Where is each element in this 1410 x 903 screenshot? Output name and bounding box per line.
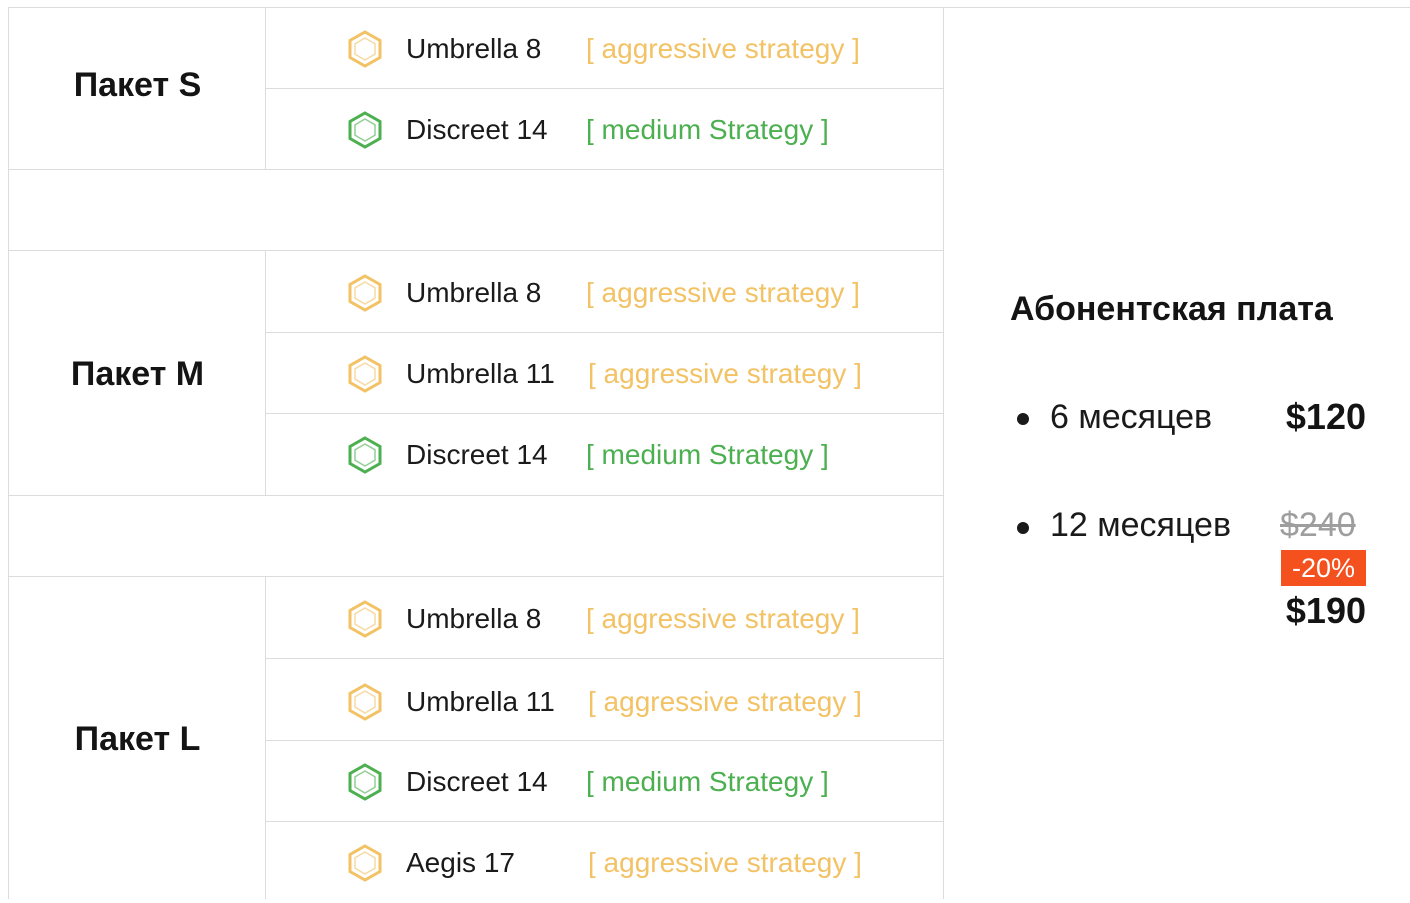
strategy-label: [ aggressive strategy ] (586, 33, 860, 64)
product-name: Discreet 14 (406, 439, 548, 470)
discount-badge: -20% (1281, 550, 1366, 586)
package-name: Пакет L (74, 720, 201, 758)
bullet-icon (1017, 522, 1029, 534)
package-row: Umbrella 8 [ aggressive strategy ] (266, 252, 944, 333)
hexagon-green-icon (346, 763, 384, 801)
subscription-title: Абонентская плата (1010, 290, 1333, 328)
product-name: Discreet 14 (406, 114, 548, 145)
product-name: Umbrella 11 (406, 358, 555, 389)
hexagon-orange-icon (346, 600, 384, 638)
strategy-label: [ aggressive strategy ] (588, 847, 862, 878)
plan-price: $190 (1285, 590, 1366, 631)
strategy-label: [ aggressive strategy ] (588, 358, 862, 389)
package-row: Discreet 14 [ medium Strategy ] (266, 89, 944, 170)
strategy-label: [ medium Strategy ] (586, 114, 829, 145)
product-name: Discreet 14 (406, 766, 548, 797)
left-border (8, 7, 9, 899)
product-name: Umbrella 8 (406, 603, 542, 634)
plan-price: $120 (1285, 396, 1366, 437)
package-row: Discreet 14 [ medium Strategy ] (266, 414, 944, 495)
hexagon-orange-icon (346, 30, 384, 68)
hexagon-orange-icon (346, 274, 384, 312)
package-row: Discreet 14 [ medium Strategy ] (266, 741, 944, 822)
package-divider (9, 250, 944, 251)
package-name: Пакет M (70, 355, 205, 393)
package-row: Umbrella 11 [ aggressive strategy ] (266, 661, 944, 742)
product-name: Umbrella 8 (406, 277, 542, 308)
plan-period: 6 месяцев (1050, 398, 1213, 436)
product-name: Umbrella 11 (406, 686, 555, 717)
hexagon-orange-icon (346, 683, 384, 721)
strategy-label: [ medium Strategy ] (586, 439, 829, 470)
hexagon-green-icon (346, 436, 384, 474)
strategy-label: [ aggressive strategy ] (586, 603, 860, 634)
package-divider (9, 576, 944, 577)
package-row: Umbrella 8 [ aggressive strategy ] (266, 578, 944, 659)
package-row: Aegis 17 [ aggressive strategy ] (266, 822, 944, 903)
package-name: Пакет S (73, 66, 202, 104)
bullet-icon (1017, 413, 1029, 425)
package-divider (9, 495, 944, 496)
hexagon-green-icon (346, 111, 384, 149)
strategy-label: [ aggressive strategy ] (588, 686, 862, 717)
plan-old-price: $240 (1280, 506, 1356, 544)
product-name: Aegis 17 (406, 847, 515, 878)
plan-period: 12 месяцев (1050, 506, 1232, 544)
strategy-label: [ medium Strategy ] (586, 766, 829, 797)
hexagon-orange-icon (346, 355, 384, 393)
product-name: Umbrella 8 (406, 33, 542, 64)
package-row: Umbrella 8 [ aggressive strategy ] (266, 8, 944, 89)
hexagon-orange-icon (346, 844, 384, 882)
strategy-label: [ aggressive strategy ] (586, 277, 860, 308)
package-row: Umbrella 11 [ aggressive strategy ] (266, 333, 944, 414)
